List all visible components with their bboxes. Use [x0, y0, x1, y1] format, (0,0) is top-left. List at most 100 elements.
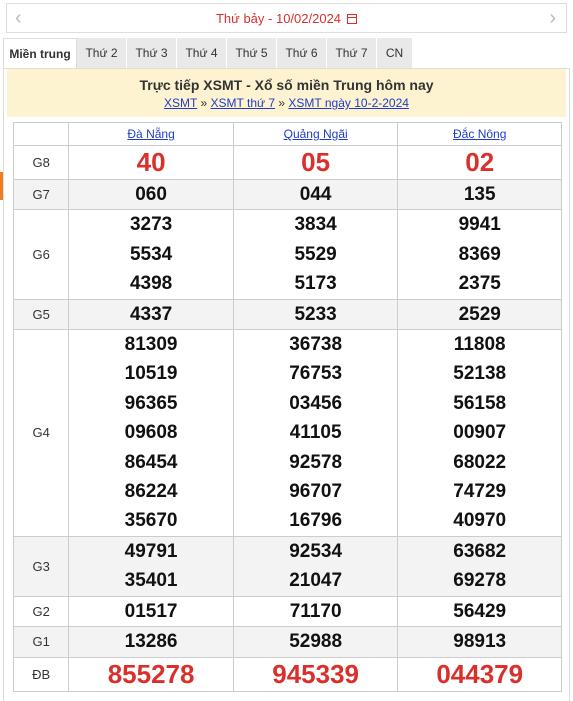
prize-row-g5: G5 4337 5233 2529 — [12, 298, 562, 331]
prize-number: 5534 — [129, 243, 173, 265]
prize-number: 56158 — [453, 392, 507, 414]
prize-number: 4337 — [129, 303, 173, 325]
prize-number: 86454 — [124, 451, 178, 473]
prize-number: 56429 — [453, 600, 507, 622]
tab-thu-7[interactable]: Thứ 7 — [327, 38, 377, 68]
prize-number: 03456 — [289, 392, 343, 414]
prize-row-g3: G3 49791 35401 92534 21047 63682 69278 — [12, 535, 562, 597]
date-picker[interactable]: Thứ bảy - 10/02/2024 — [7, 11, 566, 26]
prize-number: 74729 — [453, 481, 507, 503]
prize-number: 36738 — [289, 334, 343, 356]
prize-cell: 855278 — [68, 656, 234, 692]
prize-row-g1: G1 13286 52988 98913 — [12, 626, 562, 658]
prize-cell: 9941 8369 2375 — [397, 209, 562, 300]
prize-label: G5 — [12, 298, 70, 331]
prize-number: 13286 — [124, 631, 178, 653]
tab-thu-2[interactable]: Thứ 2 — [77, 38, 127, 68]
prize-number: 92578 — [289, 451, 343, 473]
prize-cell: 13286 — [68, 626, 234, 658]
prize-number: 060 — [135, 184, 167, 205]
prize-number: 68022 — [453, 451, 507, 473]
calendar-icon[interactable] — [347, 14, 358, 24]
prize-cell: 945339 — [232, 656, 399, 692]
prize-body: G8 40 05 02 G7 060 044 135 G6 3273 5534 4398 3834 552… — [12, 145, 562, 692]
prize-row-g7: G7 060 044 135 — [12, 178, 562, 211]
prize-cell: 36738 76753 03456 41105 92578 96707 16796 — [232, 329, 399, 537]
page-title: Trực tiếp XSMT - Xổ số miền Trung hôm na… — [139, 77, 434, 93]
prize-number: 00907 — [453, 422, 507, 444]
province-link-da-nang[interactable]: Đà Nẵng — [127, 127, 174, 141]
tab-thu-6[interactable]: Thứ 6 — [277, 38, 327, 68]
prize-number: 3834 — [294, 214, 337, 236]
prize-cell: 11808 52138 56158 00907 68022 74729 40970 — [397, 329, 562, 537]
tab-thu-4[interactable]: Thứ 4 — [177, 38, 227, 68]
prize-cell: 71170 — [232, 595, 399, 628]
date-navigator: ‹ Thứ bảy - 10/02/2024 › — [6, 3, 567, 33]
tab-thu-5[interactable]: Thứ 5 — [227, 38, 277, 68]
day-tabs: Miền trung Thứ 2 Thứ 3 Thứ 4 Thứ 5 Thứ 6… — [3, 38, 570, 68]
chevron-right-icon[interactable]: › — [549, 8, 556, 28]
prize-row-đb: ĐB 855278 945339 044379 — [12, 656, 562, 692]
prize-cell: 01517 — [68, 595, 234, 628]
province-link-quang-ngai[interactable]: Quảng Ngãi — [284, 127, 348, 141]
prize-cell: 135 — [397, 178, 562, 211]
prize-number: 40970 — [453, 510, 507, 532]
breadcrumb-xsmt-thu-7[interactable]: XSMT thứ 7 — [211, 96, 276, 110]
prize-number: 41105 — [289, 422, 342, 444]
prize-number: 98913 — [453, 631, 507, 653]
corner-cell — [12, 122, 70, 146]
province-header: Đắc Nông — [397, 122, 562, 146]
prize-number: 09608 — [124, 422, 178, 444]
breadcrumb-date[interactable]: XSMT ngày 10-2-2024 — [288, 96, 409, 110]
prize-number: 96707 — [289, 481, 343, 503]
prize-row-g6: G6 3273 5534 4398 3834 5529 5173 9941 8369 2375 — [12, 209, 562, 300]
results-table: Đà Nẵng Quảng Ngãi Đắc Nông G8 40 05 02 G7 06… — [12, 122, 562, 692]
prize-number: 86224 — [124, 481, 178, 503]
province-link-dac-nong[interactable]: Đắc Nông — [453, 127, 506, 141]
province-header: Đà Nẵng — [68, 122, 234, 146]
prize-number: 11808 — [453, 334, 506, 356]
prize-cell: 044379 — [397, 656, 562, 692]
results-panel: Trực tiếp XSMT - Xổ số miền Trung hôm na… — [3, 68, 570, 701]
prize-number: 044 — [299, 184, 332, 205]
prize-number: 69278 — [453, 570, 507, 592]
prize-label: ĐB — [12, 656, 70, 692]
province-header-row: Đà Nẵng Quảng Ngãi Đắc Nông — [12, 122, 562, 146]
prize-number: 10519 — [124, 363, 178, 385]
tab-cn[interactable]: CN — [377, 38, 413, 68]
prize-label: G3 — [12, 535, 70, 597]
breadcrumb-xsmt[interactable]: XSMT — [164, 96, 197, 110]
prize-number: 945339 — [272, 658, 360, 689]
prize-number: 35670 — [124, 510, 178, 532]
prize-cell: 81309 10519 96365 09608 86454 86224 35670 — [68, 329, 234, 537]
prize-number: 5173 — [294, 273, 337, 295]
prize-cell: 98913 — [397, 626, 562, 658]
prize-cell: 02 — [397, 145, 562, 180]
prize-number: 135 — [463, 184, 496, 205]
prize-number: 52988 — [289, 631, 343, 653]
prize-number: 2375 — [458, 273, 501, 295]
prize-number: 5529 — [294, 243, 337, 265]
prize-number: 49791 — [124, 540, 178, 562]
prize-cell: 49791 35401 — [68, 535, 234, 597]
prize-number: 9941 — [458, 214, 501, 236]
prize-row-g2: G2 01517 71170 56429 — [12, 595, 562, 628]
breadcrumb-sep: » — [200, 96, 208, 110]
prize-row-g8: G8 40 05 02 — [12, 145, 562, 180]
tab-thu-3[interactable]: Thứ 3 — [127, 38, 177, 68]
prize-number: 2529 — [458, 303, 501, 325]
prize-label: G1 — [12, 626, 70, 658]
prize-number: 92534 — [289, 540, 343, 562]
prize-cell: 52988 — [232, 626, 399, 658]
prize-cell: 92534 21047 — [232, 535, 399, 597]
prize-label: G8 — [12, 145, 70, 180]
prize-number: 81309 — [124, 334, 178, 356]
prize-cell: 3273 5534 4398 — [68, 209, 234, 300]
prize-number: 8369 — [458, 243, 501, 265]
prize-number: 855278 — [107, 658, 195, 689]
prize-number: 4398 — [129, 273, 173, 295]
prize-cell: 2529 — [397, 298, 562, 331]
prize-number: 5233 — [294, 303, 337, 325]
results-header: Trực tiếp XSMT - Xổ số miền Trung hôm na… — [7, 69, 566, 117]
tab-mien-trung[interactable]: Miền trung — [3, 38, 77, 68]
